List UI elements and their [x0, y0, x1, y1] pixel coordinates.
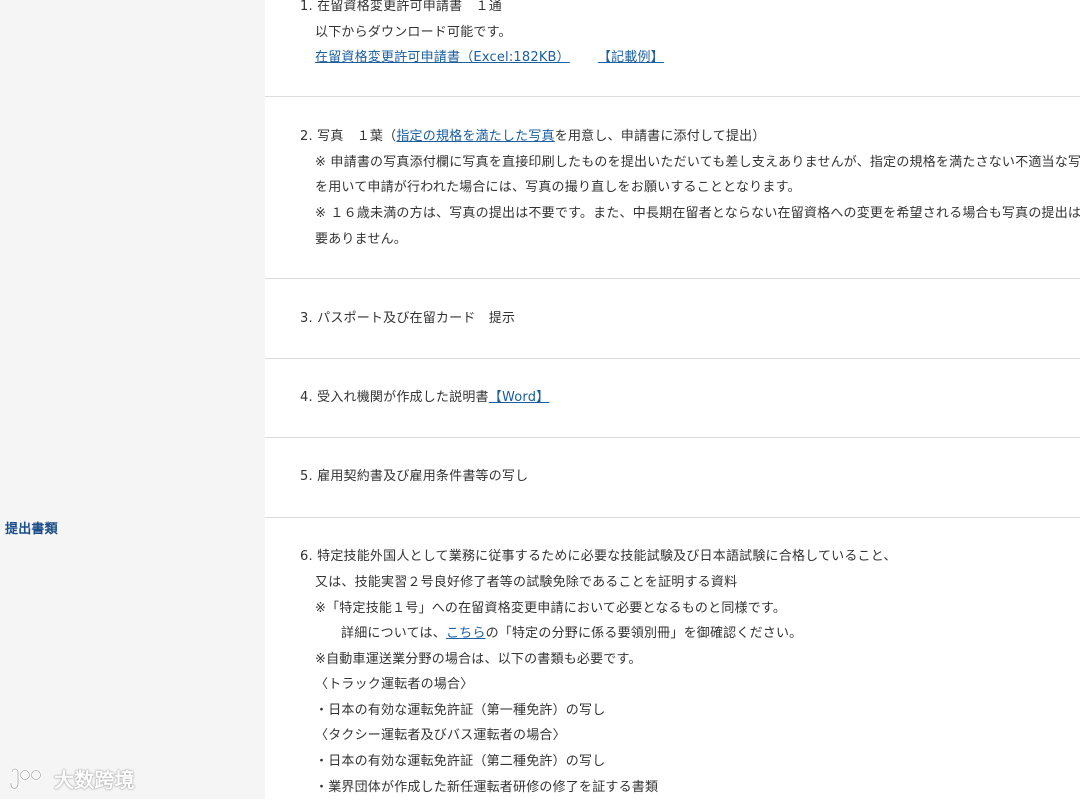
- item-6-line-5: ※自動車運送業分野の場合は、以下の書類も必要です。: [315, 652, 642, 667]
- item-6-line-9: ・日本の有効な運転免許証（第二種免許）の写し: [315, 754, 606, 769]
- item-1-download-note: 以下からダウンロード可能です。: [315, 25, 512, 40]
- item-5-title: 5. 雇用契約書及び雇用条件書等の写し: [300, 469, 529, 484]
- item-2-title: 2. 写真 １葉（指定の規格を満たした写真を用意し、申請書に添付して提出）: [300, 128, 766, 146]
- item-6-line-3: ※「特定技能１号」への在留資格変更申請において必要となるものと同様です。: [315, 601, 787, 616]
- item-3-title: 3. パスポート及び在留カード 提示: [300, 311, 516, 326]
- explanation-word-link[interactable]: 【Word】: [489, 390, 550, 405]
- item-2-prefix: 2. 写真 １葉（: [300, 129, 397, 144]
- item-4-title: 4. 受入れ機関が作成した説明書【Word】: [300, 389, 549, 407]
- item-6-line-4-prefix: 詳細については、: [341, 626, 446, 641]
- filled-example-link[interactable]: 【記載例】: [598, 50, 664, 65]
- item-2-note-1b: を用いて申請が行われた場合には、写真の撮り直しをお願いすることとなります。: [315, 180, 801, 195]
- item-4-prefix: 4. 受入れ機関が作成した説明書: [300, 390, 489, 405]
- documents-list: 1. 在留資格変更許可申請書 １通 以下からダウンロード可能です。 在留資格変更…: [265, 0, 1080, 799]
- document-item-6: 6. 特定技能外国人として業務に従事するために必要な技能試験及び日本語試験に合格…: [265, 518, 1080, 808]
- item-6-line-2: 又は、技能実習２号良好修了者等の試験免除であることを証明する資料: [315, 575, 738, 590]
- document-item-5: 5. 雇用契約書及び雇用条件書等の写し: [265, 438, 1080, 518]
- watermark-text: 大数跨境: [54, 768, 135, 792]
- watermark-logo-icon: [9, 767, 42, 790]
- item-2-note-2b: 要ありません。: [315, 232, 408, 247]
- item-6-line-8: 〈タクシー運転者及びバス運転者の場合〉: [315, 728, 566, 743]
- item-6-line-10: ・業界団体が作成した新任運転者研修の修了を証する書類: [315, 780, 659, 795]
- item-1-title: 1. 在留資格変更許可申請書 １通: [300, 0, 502, 14]
- left-column: 提出書類 大数跨境: [0, 0, 265, 799]
- item-2-suffix: を用意し、申請書に添付して提出）: [554, 129, 766, 144]
- details-here-link[interactable]: こちら: [446, 626, 486, 641]
- document-item-4: 4. 受入れ機関が作成した説明書【Word】: [265, 359, 1080, 438]
- photo-specification-link[interactable]: 指定の規格を満たした写真: [396, 129, 554, 144]
- application-form-excel-link[interactable]: 在留資格変更許可申請書（Excel:182KB）: [315, 50, 570, 65]
- item-2-note-2a: ※ １６歳未満の方は、写真の提出は不要です。また、中長期在留者とならない在留資格…: [315, 206, 1080, 221]
- watermark: 大数跨境: [8, 764, 135, 793]
- item-6-title: 6. 特定技能外国人として業務に従事するために必要な技能試験及び日本語試験に合格…: [300, 549, 897, 564]
- submission-documents-label: 提出書類: [5, 522, 58, 537]
- document-item-2: 2. 写真 １葉（指定の規格を満たした写真を用意し、申請書に添付して提出） ※ …: [265, 97, 1080, 279]
- document-item-3: 3. パスポート及び在留カード 提示: [265, 279, 1080, 359]
- document-item-1: 1. 在留資格変更許可申請書 １通 以下からダウンロード可能です。 在留資格変更…: [265, 0, 1080, 97]
- item-6-line-4-suffix: の「特定の分野に係る要領別冊」を御確認ください。: [485, 626, 803, 641]
- item-2-note-1a: ※ 申請書の写真添付欄に写真を直接印刷したものを提出いただいても差し支えありませ…: [315, 155, 1080, 170]
- item-6-line-4: 詳細については、こちらの「特定の分野に係る要領別冊」を御確認ください。: [341, 625, 802, 643]
- item-1-links: 在留資格変更許可申請書（Excel:182KB） 【記載例】: [315, 49, 664, 67]
- item-6-line-7: ・日本の有効な運転免許証（第一種免許）の写し: [315, 703, 606, 718]
- item-6-line-6: 〈トラック運転者の場合〉: [315, 677, 474, 692]
